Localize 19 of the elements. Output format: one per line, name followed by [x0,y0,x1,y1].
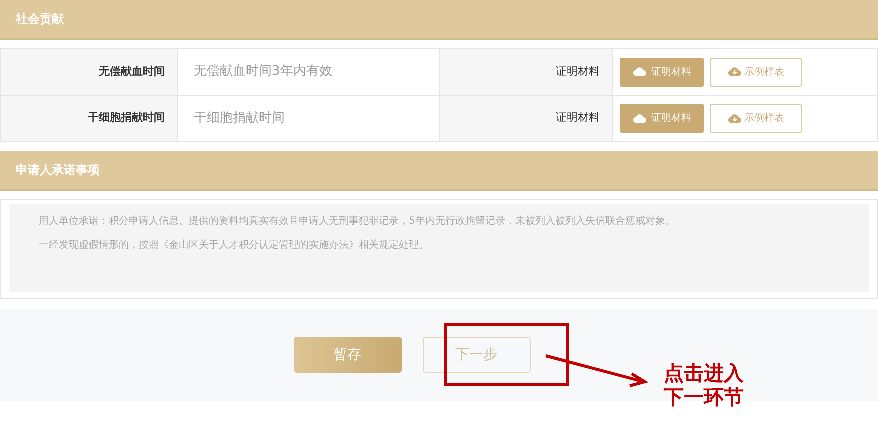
label-cell: 干细胞捐献时间 [1,96,178,141]
next-button[interactable]: 下一步 [422,337,530,373]
sample-button[interactable]: 示例样表 [710,104,802,133]
save-button[interactable]: 暂存 [294,337,402,373]
arrow-icon [544,352,650,388]
sample-button[interactable]: 示例样表 [710,58,802,86]
annotation-text: 下一环节 [664,385,744,409]
section-title: 社会贡献 [16,11,64,28]
upload-button[interactable]: 证明材料 [620,58,704,86]
commitment-text: 用人单位承诺：积分申请人信息、提供的资料均真实有效且申请人无刑事犯罪记录，5年内无行政拘留记录，未被列入被列入失信联合惩戒对象。 [39,214,676,229]
upload-button[interactable]: 证明材料 [620,104,704,133]
annotation-text: 点击进入 [664,361,744,385]
label-cell: 证明材料 [440,96,613,141]
label-cell: 证明材料 [440,49,613,95]
cloud-download-icon [728,67,742,77]
cloud-download-icon [728,114,742,124]
label-cell: 无偿献血时间 [1,49,178,95]
section-title: 申请人承诺事项 [16,162,100,179]
commitment-text: 一经发现虚假情形的，按照《金山区关于人才积分认定管理的实施办法》相关规定处理。 [39,238,430,253]
